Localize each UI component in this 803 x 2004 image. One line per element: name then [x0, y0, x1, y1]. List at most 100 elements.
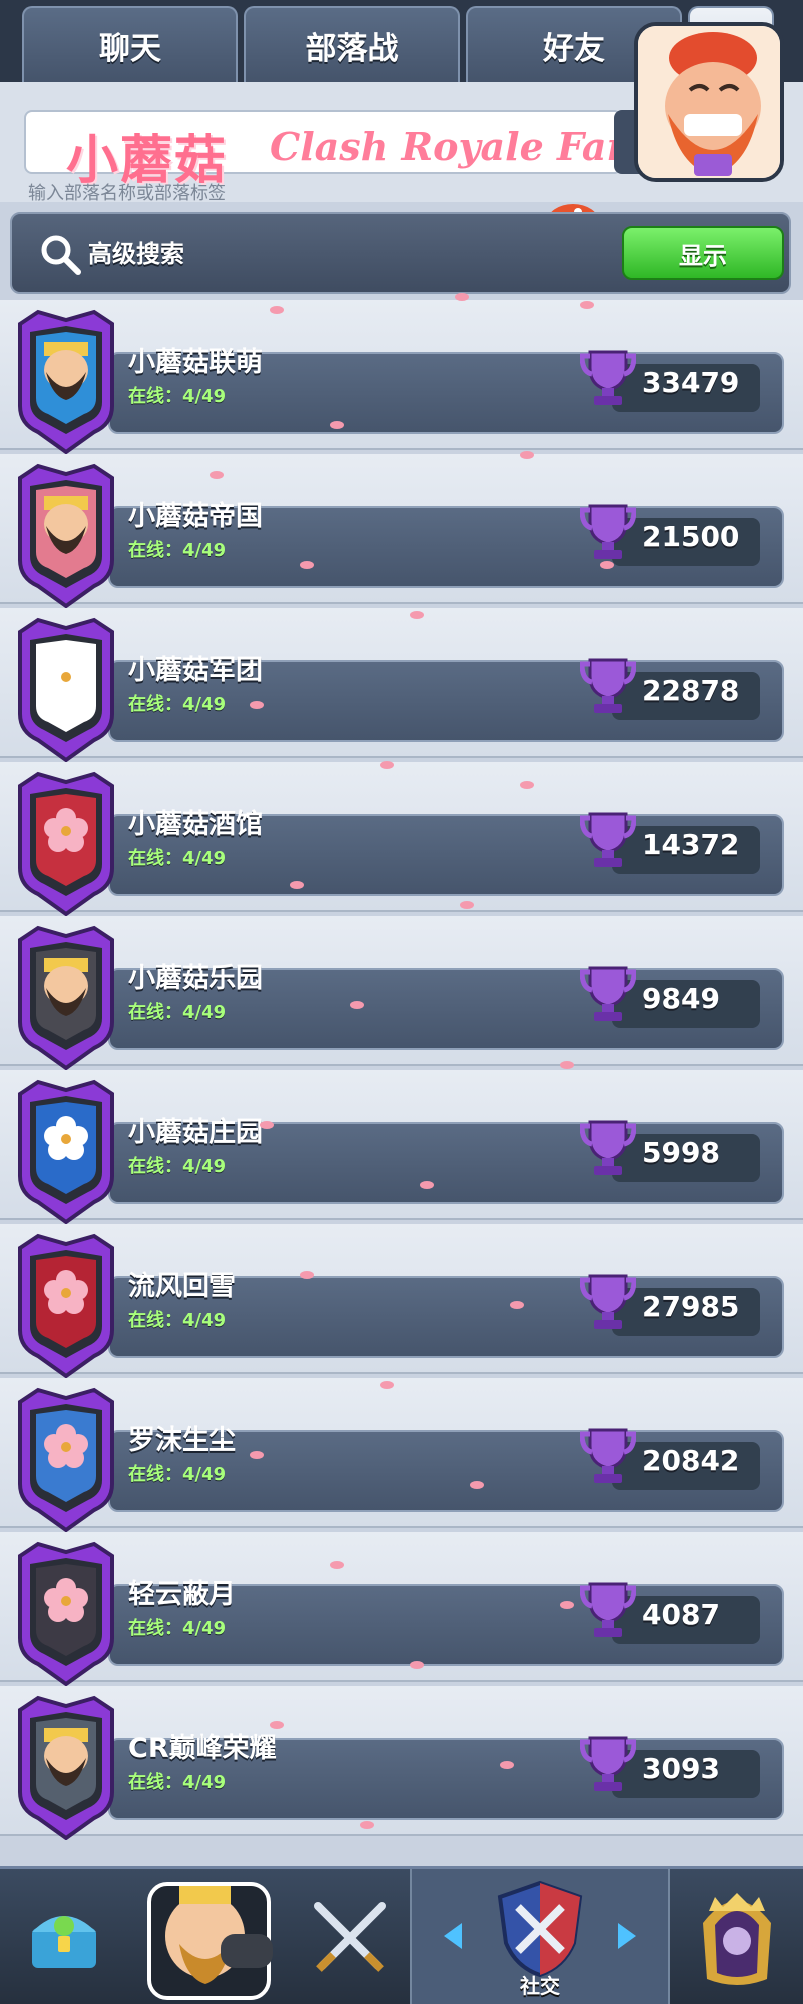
petal-decoration — [380, 761, 394, 769]
chest-icon — [32, 1916, 96, 1968]
petal-decoration — [290, 881, 304, 889]
petal-decoration — [380, 1381, 394, 1389]
clan-badge-icon — [14, 1538, 118, 1687]
crown-icon — [702, 1893, 771, 1985]
clan-name: 轻云蔽月 — [128, 1579, 236, 1610]
clan-name: CR巅峰荣耀 — [128, 1733, 277, 1764]
petal-decoration — [350, 1001, 364, 1009]
clan-trophies: 14372 — [642, 828, 740, 861]
clan-name: 小蘑菇酒馆 — [128, 809, 263, 840]
petal-decoration — [210, 471, 224, 479]
clan-online: 在线：4/49 — [128, 848, 227, 869]
petal-decoration — [510, 1301, 524, 1309]
nav-cards[interactable] — [128, 1869, 290, 2004]
brand-title: 小蘑菇 — [66, 131, 229, 191]
clan-trophies: 4087 — [642, 1598, 720, 1631]
petal-decoration — [260, 1121, 274, 1129]
clan-name: 小蘑菇军团 — [128, 655, 263, 686]
petal-decoration — [250, 701, 264, 709]
clan-online: 在线：4/49 — [128, 1310, 227, 1331]
clan-badge-icon — [14, 1692, 118, 1841]
petal-decoration — [455, 293, 469, 301]
clan-row[interactable]: 小蘑菇帝国在线：4/49 21500 — [0, 454, 803, 609]
trophy-icon — [580, 1274, 636, 1329]
petal-decoration — [250, 1451, 264, 1459]
petal-decoration — [520, 451, 534, 459]
clan-name: 流风回雪 — [128, 1271, 236, 1302]
clan-name: 小蘑菇乐园 — [128, 963, 263, 994]
clan-badge-icon — [14, 1384, 118, 1533]
petal-decoration — [460, 901, 474, 909]
nav-social-label: 社交 — [520, 1974, 560, 1998]
clan-trophies: 22878 — [642, 674, 740, 707]
search-icon — [41, 235, 81, 275]
clan-trophies: 33479 — [642, 366, 740, 399]
nav-events[interactable] — [670, 1869, 803, 2004]
petal-decoration — [270, 1721, 284, 1729]
trophy-icon — [580, 504, 636, 559]
clan-badge-icon — [14, 768, 118, 917]
petal-decoration — [300, 561, 314, 569]
trophy-icon — [580, 1582, 636, 1637]
clan-row[interactable]: 流风回雪 在线：4/49 27985 — [0, 1224, 803, 1379]
clan-trophies: 9849 — [642, 982, 720, 1015]
petal-decoration — [330, 1561, 344, 1569]
arrow-left-icon[interactable] — [442, 1921, 464, 1951]
petal-decoration — [600, 561, 614, 569]
clan-online: 在线：4/49 — [128, 1772, 227, 1793]
trophy-icon — [580, 1428, 636, 1483]
nav-shop[interactable] — [0, 1869, 128, 2004]
clan-name: 罗沫生尘 — [128, 1425, 236, 1456]
arrow-right-icon[interactable] — [616, 1921, 638, 1951]
clan-badge-icon — [14, 1230, 118, 1379]
petal-decoration — [360, 1821, 374, 1829]
tab-clan-war[interactable]: 部落战 — [244, 6, 460, 82]
profile-avatar[interactable] — [634, 22, 784, 182]
petal-decoration — [300, 1271, 314, 1279]
petal-decoration — [560, 1061, 574, 1069]
clan-online: 在线：4/49 — [128, 1156, 227, 1177]
tab-chat[interactable]: 聊天 — [22, 6, 238, 82]
clan-row[interactable]: 小蘑菇军团在线：4/49 22878 — [0, 608, 803, 763]
clan-row[interactable]: 小蘑菇庄园 在线：4/49 5998 — [0, 1070, 803, 1225]
clan-name: 小蘑菇联萌 — [128, 347, 263, 378]
clan-badge-icon — [14, 460, 118, 609]
petal-decoration — [410, 1661, 424, 1669]
clan-row[interactable]: 小蘑菇联萌 在线：4/49 33479 — [0, 300, 803, 455]
clan-online: 在线：4/49 — [128, 1618, 227, 1639]
trophy-icon — [580, 658, 636, 713]
petal-decoration — [580, 301, 594, 309]
clan-trophies: 3093 — [642, 1752, 720, 1785]
clan-name: 小蘑菇帝国 — [128, 501, 263, 532]
petal-decoration — [420, 1181, 434, 1189]
clan-online: 在线：4/49 — [128, 1002, 227, 1023]
petal-decoration — [500, 1761, 514, 1769]
clan-trophies: 20842 — [642, 1444, 740, 1477]
king-card-icon — [147, 1882, 273, 2000]
petal-decoration — [470, 1481, 484, 1489]
clan-online: 在线：4/49 — [128, 694, 227, 715]
clan-row[interactable]: 轻云蔽月在线：4/49 4087 — [0, 1532, 803, 1687]
clan-row[interactable]: CR巅峰荣耀在线：4/49 3093 — [0, 1686, 803, 1841]
trophy-icon — [580, 812, 636, 867]
nav-battle[interactable] — [290, 1869, 410, 2004]
advanced-search-label[interactable]: 高级搜索 — [88, 234, 184, 269]
avatar-face-icon — [638, 26, 780, 178]
clan-online: 在线：4/49 — [128, 1464, 227, 1485]
trophy-icon — [580, 1736, 636, 1791]
show-button[interactable]: 显示 — [622, 226, 784, 280]
clan-online: 在线：4/49 — [128, 540, 227, 561]
clan-badge-icon — [14, 614, 118, 763]
clan-trophies: 5998 — [642, 1136, 720, 1169]
petal-decoration — [270, 306, 284, 314]
petal-decoration — [560, 1601, 574, 1609]
nav-social[interactable]: 社交 — [410, 1869, 670, 2004]
clan-row[interactable]: 罗沫生尘在线：4/49 20842 — [0, 1378, 803, 1533]
clan-badge-icon — [14, 306, 118, 455]
advanced-search-bar: 高级搜索 显示 — [10, 212, 791, 294]
clan-row[interactable]: 小蘑菇乐园在线：4/49 9849 — [0, 916, 803, 1071]
trophy-icon — [580, 350, 636, 405]
clan-trophies: 21500 — [642, 520, 740, 553]
clan-row[interactable]: 小蘑菇酒馆在线：4/49 14372 — [0, 762, 803, 917]
trophy-icon — [580, 966, 636, 1021]
